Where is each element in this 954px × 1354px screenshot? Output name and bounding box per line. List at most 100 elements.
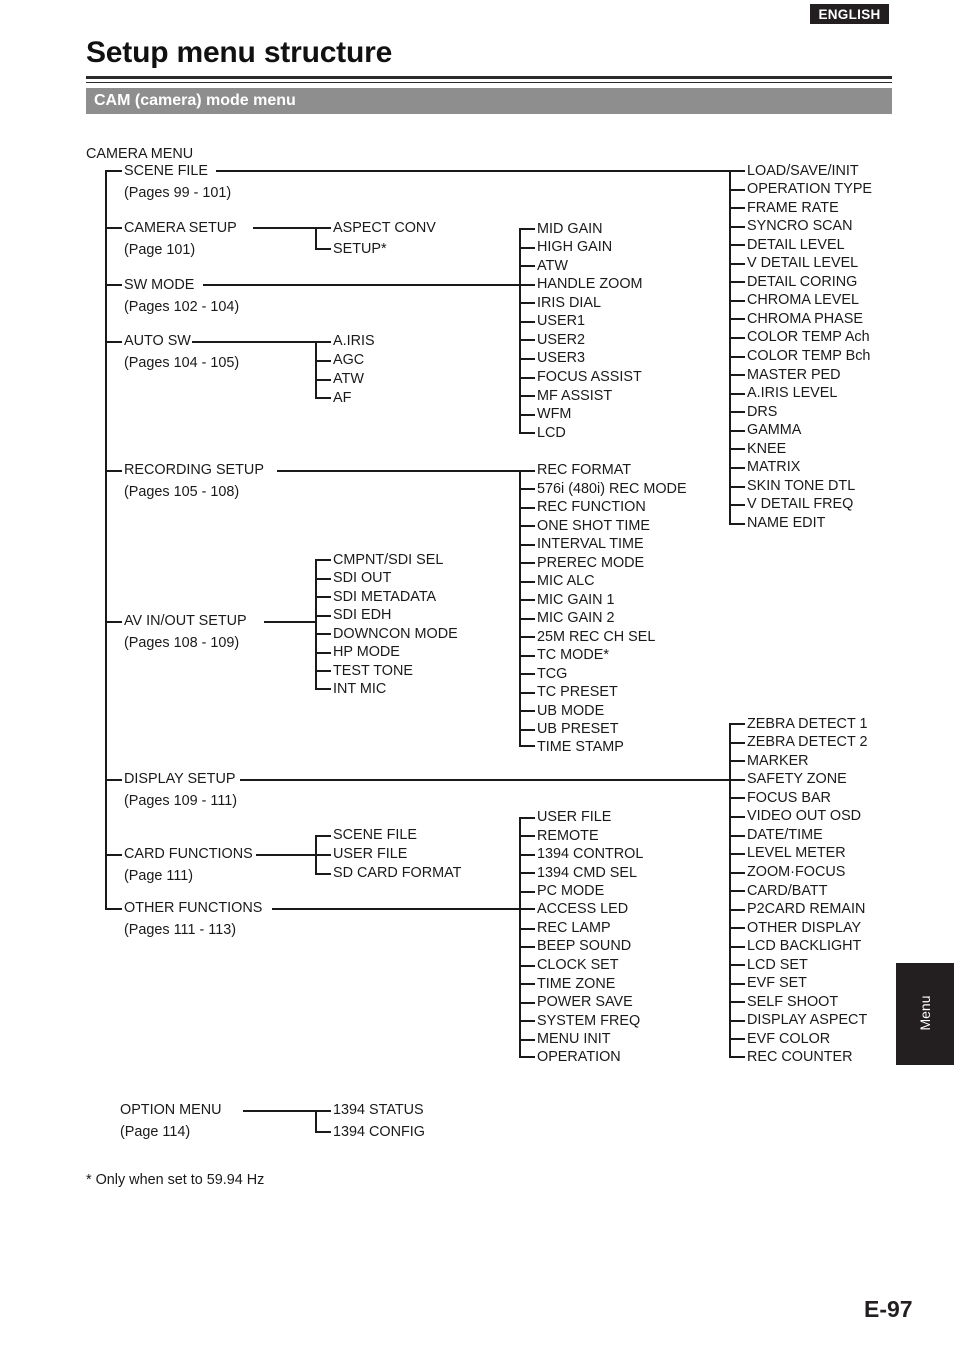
- node-lcd-set: LCD SET: [747, 957, 808, 973]
- tick-mic-gain-1: [519, 599, 535, 601]
- tick-operation: [519, 1056, 535, 1058]
- node-operation-type: OPERATION TYPE: [747, 181, 873, 197]
- node-av-inout-setup: AV IN/OUT SETUP: [124, 613, 247, 629]
- tick-user-file-other: [519, 817, 535, 819]
- spine-camera-setup: [315, 227, 317, 249]
- node-detail-coring: DETAIL CORING: [747, 274, 858, 290]
- node-a-iris-level: A.IRIS LEVEL: [747, 385, 838, 401]
- tick-name-edit: [729, 523, 745, 525]
- tick-handle-zoom: [519, 284, 535, 286]
- tick-time-stamp: [519, 745, 535, 747]
- node-sdi-metadata: SDI METADATA: [333, 589, 437, 605]
- tick-user1: [519, 321, 535, 323]
- tick-tc-mode: [519, 655, 535, 657]
- tick-gamma: [729, 430, 745, 432]
- title-rule-thick: [86, 76, 892, 79]
- node-a-iris: A.IRIS: [333, 333, 375, 349]
- tick-other-display: [729, 927, 745, 929]
- node-atw-swmode: ATW: [537, 258, 568, 274]
- tick-remote: [519, 835, 535, 838]
- node-user2: USER2: [537, 332, 585, 348]
- node-self-shoot: SELF SHOOT: [747, 994, 839, 1010]
- node-high-gain: HIGH GAIN: [537, 239, 613, 255]
- tick-display-aspect: [729, 1020, 745, 1022]
- node-test-tone: TEST TONE: [333, 663, 413, 679]
- tick-av-inout-setup: [105, 621, 122, 623]
- node-one-shot-time: ONE SHOT TIME: [537, 518, 651, 534]
- node-option-menu: OPTION MENU: [120, 1102, 222, 1118]
- node-frame-rate: FRAME RATE: [747, 200, 839, 216]
- node-auto-sw-pages: (Pages 104 - 105): [124, 355, 240, 371]
- tick-sd-card-format: [315, 873, 331, 875]
- node-sdi-out: SDI OUT: [333, 570, 392, 586]
- tick-mic-alc: [519, 581, 535, 583]
- node-system-freq: SYSTEM FREQ: [537, 1013, 641, 1029]
- tick-hp-mode: [315, 652, 331, 654]
- language-badge: ENGLISH: [810, 4, 889, 24]
- tree-root-label: CAMERA MENU: [86, 146, 194, 162]
- spine-auto-sw: [315, 341, 317, 398]
- node-time-stamp: TIME STAMP: [537, 739, 624, 755]
- node-display-aspect: DISPLAY ASPECT: [747, 1012, 868, 1028]
- tick-lcd-backlight: [729, 946, 745, 948]
- node-master-ped: MASTER PED: [747, 367, 841, 383]
- tick-marker: [729, 760, 745, 762]
- link-av-inout: [264, 621, 315, 623]
- node-date-time: DATE/TIME: [747, 827, 823, 843]
- tick-matrix: [729, 467, 745, 469]
- node-mf-assist: MF ASSIST: [537, 388, 613, 404]
- link-recording-setup: [277, 470, 519, 472]
- tick-access-led: [519, 908, 535, 910]
- document-page: ENGLISH Setup menu structure CAM (camera…: [0, 0, 954, 1354]
- tick-p2card-remain: [729, 909, 745, 911]
- tick-cmpnt-sdi-sel: [315, 559, 331, 561]
- tick-mid-gain: [519, 228, 535, 230]
- footer-page-number: E-97: [864, 1296, 913, 1322]
- tick-scene-file: [105, 170, 122, 172]
- link-sw-mode-to-mid: [203, 284, 519, 286]
- node-load-save-init: LOAD/SAVE/INIT: [747, 163, 859, 179]
- node-wfm: WFM: [537, 406, 572, 422]
- tick-aspect-conv: [315, 227, 331, 229]
- node-sw-mode-pages: (Pages 102 - 104): [124, 299, 240, 315]
- tick-one-shot-time: [519, 525, 535, 527]
- tick-operation-type: [729, 189, 745, 192]
- node-ub-preset: UB PRESET: [537, 721, 619, 737]
- tick-sdi-metadata: [315, 596, 331, 598]
- node-v-detail-level: V DETAIL LEVEL: [747, 255, 859, 271]
- tick-af: [315, 397, 331, 399]
- node-option-menu-pages: (Page 114): [120, 1124, 191, 1140]
- node-prerec-mode: PREREC MODE: [537, 555, 645, 571]
- node-mic-gain-1: MIC GAIN 1: [537, 592, 615, 608]
- node-other-functions-pages: (Pages 111 - 113): [124, 922, 236, 938]
- tick-safety-zone: [729, 779, 745, 781]
- tick-zebra-detect-1: [729, 723, 745, 725]
- node-card-batt: CARD/BATT: [747, 883, 828, 899]
- tick-syncro-scan: [729, 226, 745, 228]
- tick-wfm: [519, 414, 535, 416]
- node-recording-setup: RECORDING SETUP: [124, 462, 264, 478]
- tick-pc-mode: [519, 891, 535, 893]
- node-rec-counter: REC COUNTER: [747, 1049, 853, 1065]
- tick-rec-function: [519, 507, 535, 509]
- node-sdi-edh: SDI EDH: [333, 607, 392, 623]
- node-other-display: OTHER DISPLAY: [747, 920, 862, 936]
- footnote: * Only when set to 59.94 Hz: [86, 1172, 265, 1188]
- node-evf-set: EVF SET: [747, 975, 807, 991]
- node-chroma-level: CHROMA LEVEL: [747, 292, 859, 308]
- spine-sw-mode-children: [519, 228, 521, 433]
- tick-rec-lamp: [519, 928, 535, 930]
- tick-1394-status: [315, 1110, 331, 1112]
- tick-system-freq: [519, 1020, 535, 1022]
- node-user1: USER1: [537, 313, 585, 329]
- node-menu-init: MENU INIT: [537, 1031, 611, 1047]
- node-auto-sw: AUTO SW: [124, 333, 191, 349]
- node-card-functions-pages: (Page 111): [124, 868, 194, 884]
- tick-chroma-level: [729, 300, 745, 302]
- tick-zebra-detect-2: [729, 742, 745, 744]
- node-user-file-card: USER FILE: [333, 846, 408, 862]
- node-time-zone: TIME ZONE: [537, 976, 616, 992]
- node-1394-config: 1394 CONFIG: [333, 1124, 425, 1140]
- node-cmpnt-sdi-sel: CMPNT/SDI SEL: [333, 552, 444, 568]
- node-scene-file: SCENE FILE: [124, 163, 208, 179]
